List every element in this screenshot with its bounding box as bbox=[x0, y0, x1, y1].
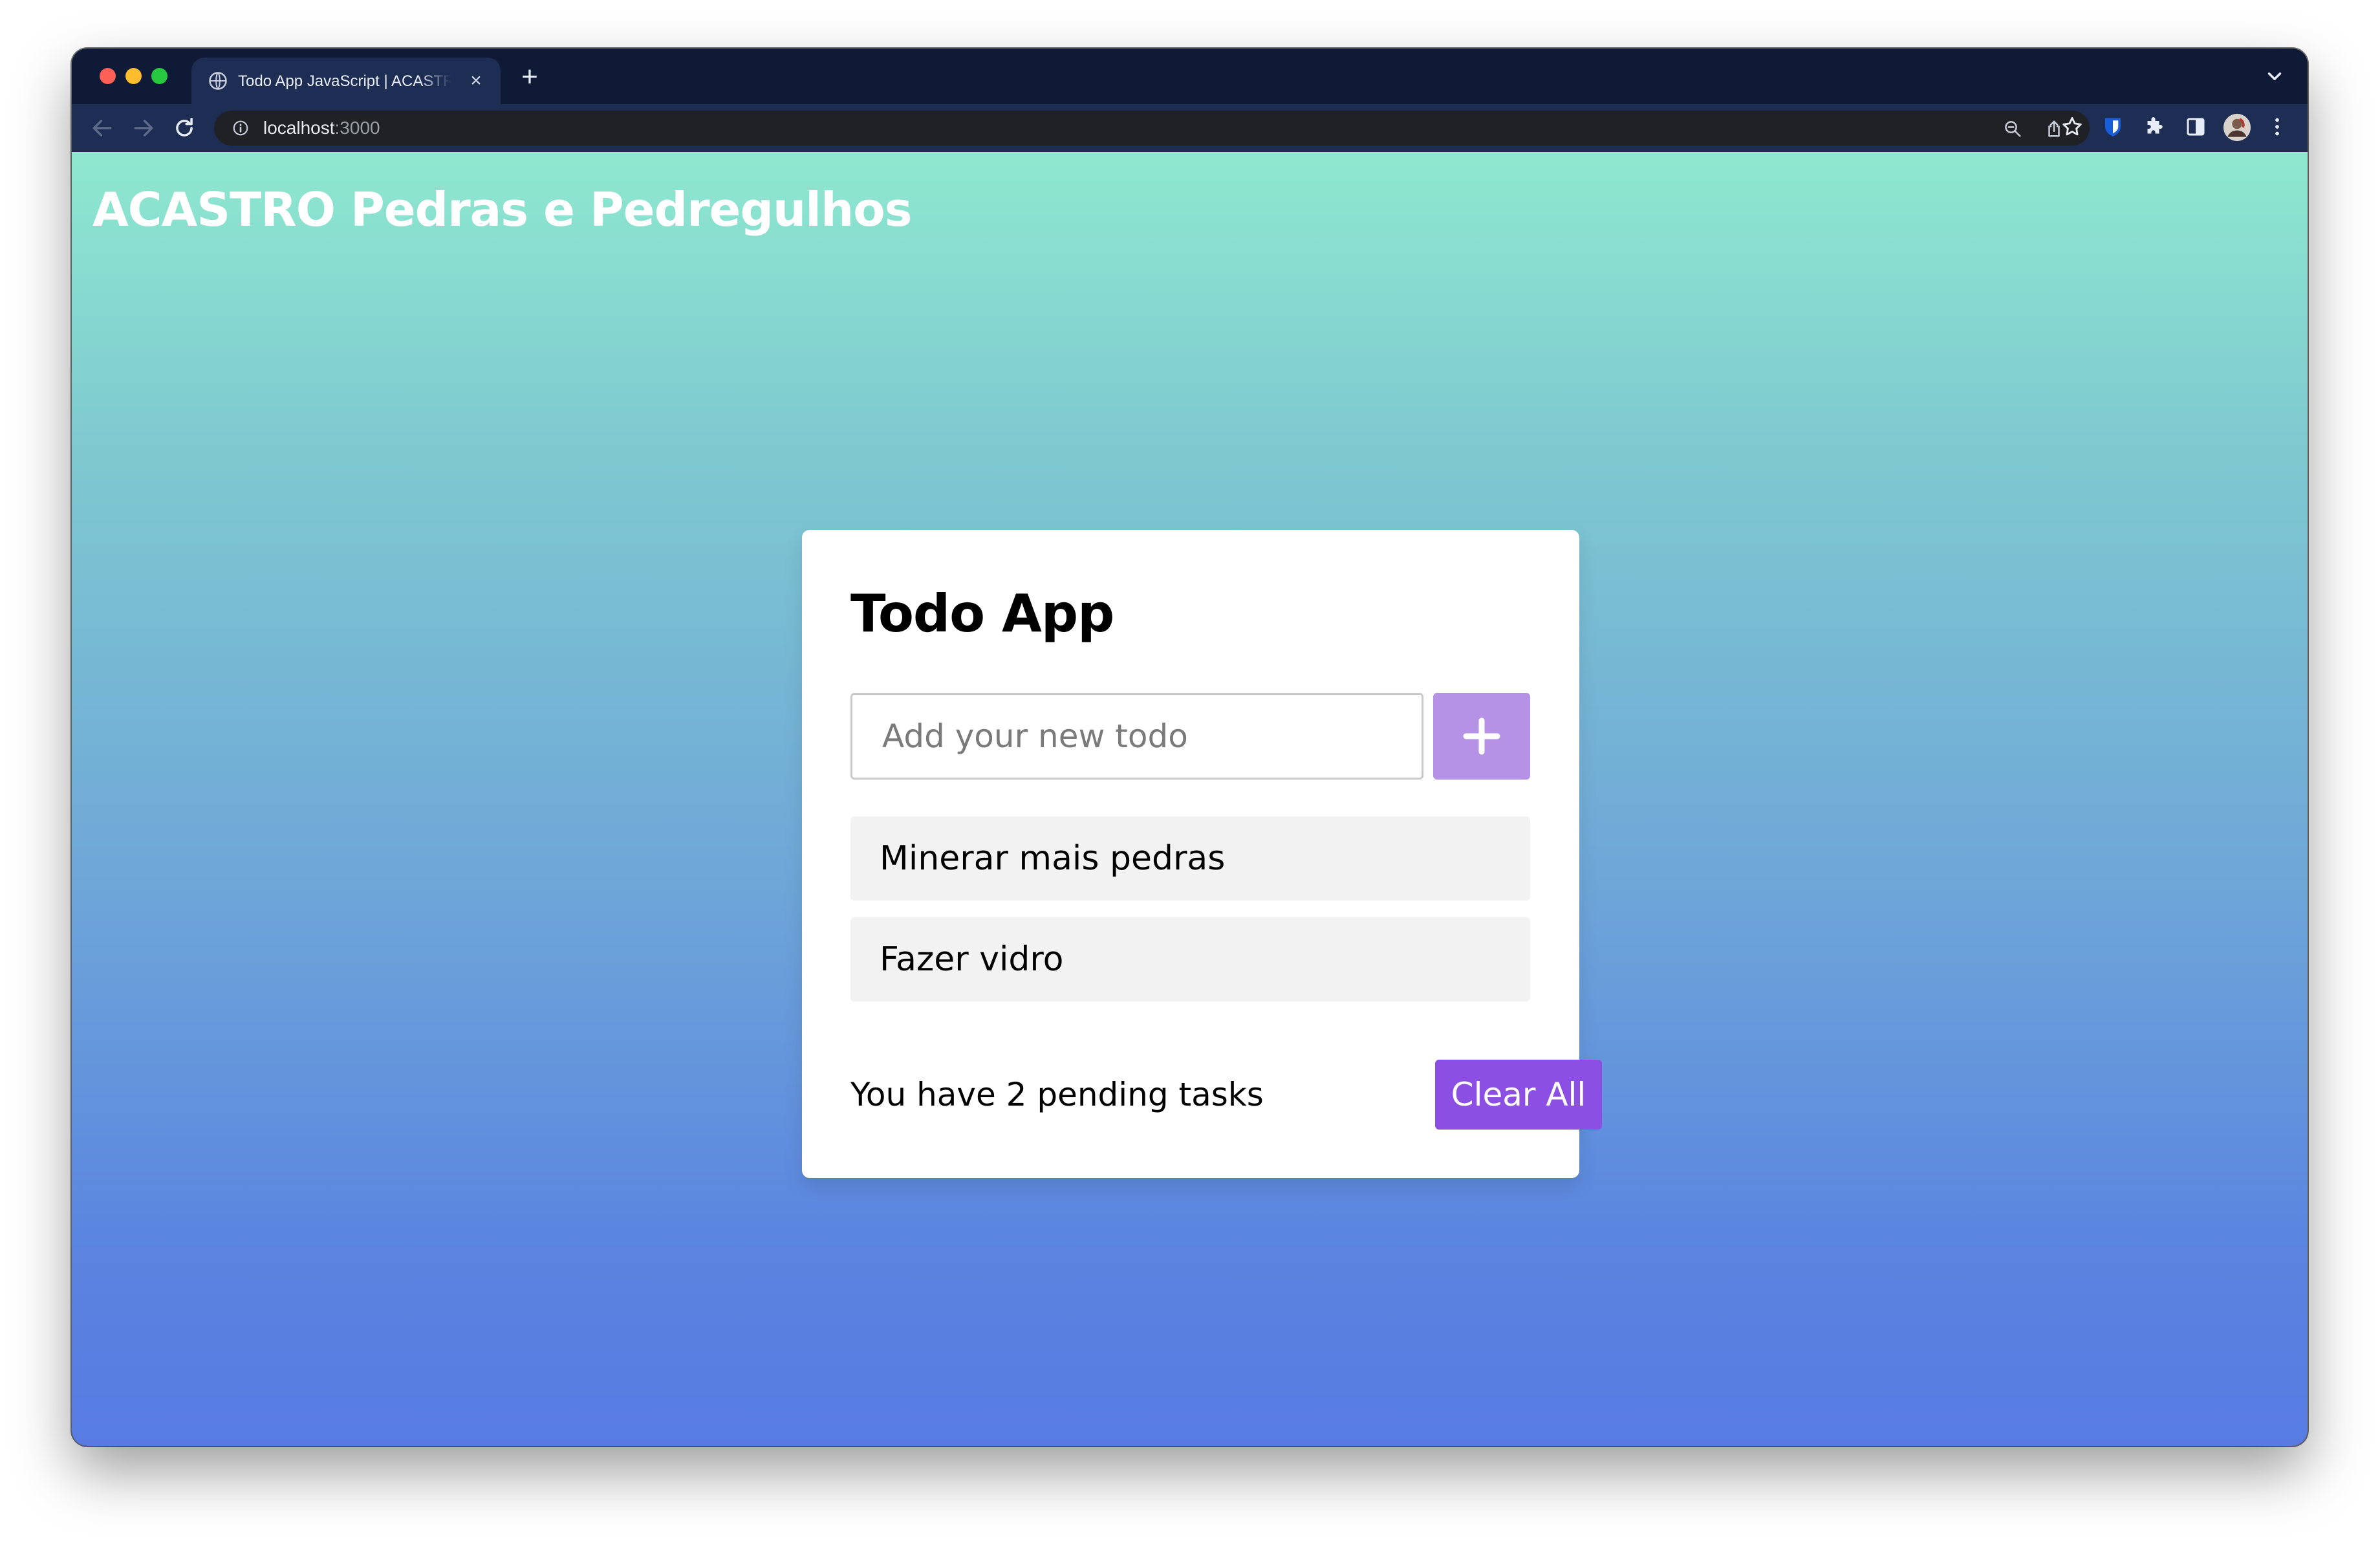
forward-arrow-icon[interactable] bbox=[131, 116, 156, 140]
tab-close-icon[interactable]: × bbox=[466, 71, 486, 91]
page-viewport: ACASTRO Pedras e Pedregulhos Todo App Mi… bbox=[72, 152, 2308, 1446]
bitwarden-icon[interactable] bbox=[2101, 115, 2125, 138]
url-port: :3000 bbox=[334, 118, 380, 138]
url-host: localhost bbox=[263, 118, 335, 138]
side-panel-icon[interactable] bbox=[2184, 115, 2207, 138]
todo-title: Todo App bbox=[850, 584, 1114, 644]
tab-title: Todo App JavaScript | ACASTRO Pedras e P… bbox=[238, 72, 451, 90]
zoom-icon[interactable] bbox=[2003, 119, 2022, 138]
todo-item[interactable]: Minerar mais pedras bbox=[850, 816, 1530, 901]
minimize-window-button[interactable] bbox=[125, 68, 142, 84]
maximize-window-button[interactable] bbox=[151, 68, 168, 84]
back-arrow-icon[interactable] bbox=[90, 116, 114, 140]
tab-strip: Todo App JavaScript | ACASTRO Pedras e P… bbox=[72, 49, 2308, 104]
url-text[interactable]: localhost:3000 bbox=[263, 111, 380, 146]
globe-icon bbox=[209, 72, 227, 90]
plus-icon bbox=[1463, 717, 1500, 755]
browser-window: Todo App JavaScript | ACASTRO Pedras e P… bbox=[72, 49, 2308, 1446]
new-todo-input[interactable] bbox=[850, 693, 1423, 780]
menu-icon[interactable] bbox=[2266, 115, 2289, 138]
close-window-button[interactable] bbox=[100, 68, 116, 84]
browser-tab-active[interactable]: Todo App JavaScript | ACASTRO Pedras e P… bbox=[191, 58, 501, 104]
add-todo-button[interactable] bbox=[1433, 693, 1530, 780]
todo-item[interactable]: Fazer vidro bbox=[850, 917, 1530, 1001]
address-bar[interactable]: localhost:3000 bbox=[214, 111, 2090, 146]
info-icon[interactable] bbox=[232, 120, 249, 137]
todo-item-text: Fazer vidro bbox=[880, 940, 1064, 979]
tab-search-icon[interactable] bbox=[2264, 65, 2286, 87]
extensions-icon[interactable] bbox=[2143, 115, 2166, 138]
reload-icon[interactable] bbox=[172, 116, 197, 140]
clear-all-button[interactable]: Clear All bbox=[1435, 1060, 1602, 1130]
profile-avatar[interactable] bbox=[2223, 113, 2251, 142]
pending-tasks-count: You have 2 pending tasks bbox=[850, 1076, 1264, 1113]
browser-toolbar: localhost:3000 bbox=[72, 104, 2308, 152]
star-icon[interactable] bbox=[2061, 115, 2084, 138]
new-tab-icon[interactable]: + bbox=[517, 63, 543, 91]
todo-item-text: Minerar mais pedras bbox=[880, 839, 1226, 878]
page-heading: ACASTRO Pedras e Pedregulhos bbox=[92, 182, 913, 237]
todo-card: Todo App Minerar mais pedras Fazer vidro… bbox=[802, 530, 1602, 1178]
